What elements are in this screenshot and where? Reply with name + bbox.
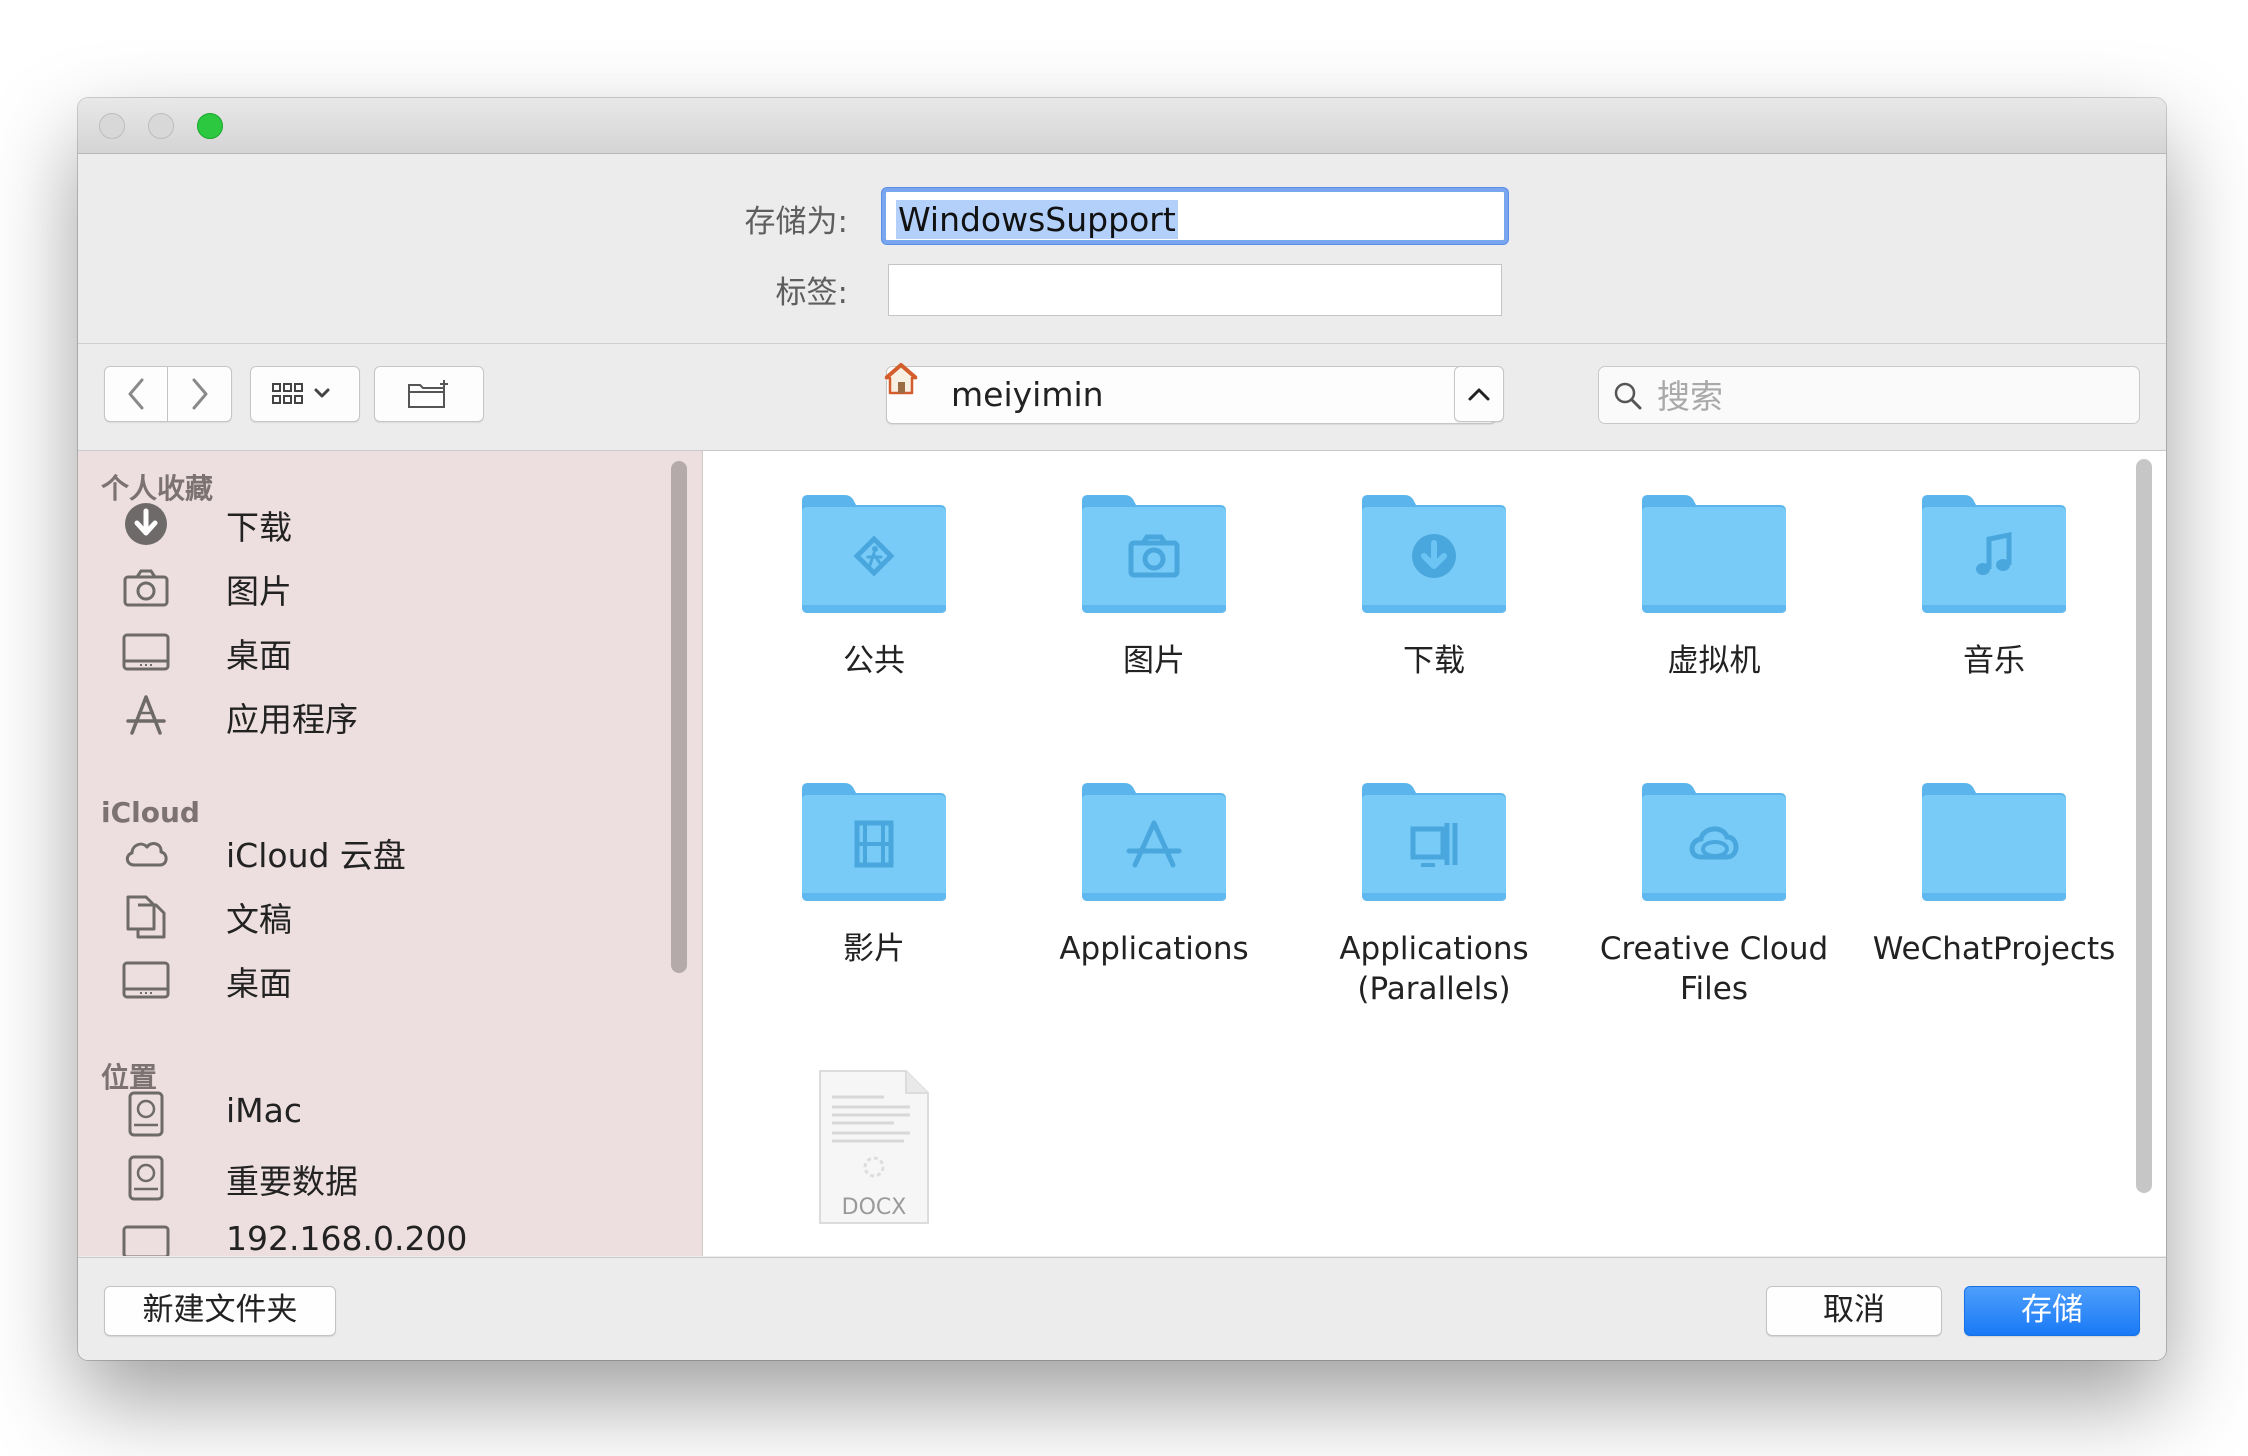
sidebar-item-label: 应用程序 <box>226 700 358 739</box>
disk-icon <box>128 1091 164 1137</box>
tags-label: 标签: <box>775 275 848 311</box>
sidebar-item-label: iCloud 云盘 <box>226 836 406 875</box>
folder-item[interactable]: Applications <box>1019 779 1289 1019</box>
folder-item[interactable]: 影片 <box>739 779 1009 1019</box>
sidebar-item-pictures[interactable]: 图片 <box>122 559 682 615</box>
folder-item[interactable]: 下载 <box>1299 491 1569 731</box>
sidebar-item-label: 下载 <box>226 508 292 547</box>
docx-badge: DOCX <box>842 1195 907 1220</box>
sidebar-item-icloud-drive[interactable]: iCloud 云盘 <box>122 823 682 879</box>
file-name: 影片 <box>843 931 905 967</box>
save-dialog: 存储为: WindowsSupport 标签: meiyimin 搜索 个人收藏… <box>78 98 2166 1360</box>
desktop-icon <box>122 633 170 671</box>
sidebar-item-label: 重要数据 <box>226 1162 358 1201</box>
applications-folder-icon <box>1082 783 1226 901</box>
music-folder-icon <box>1922 495 2066 613</box>
sidebar-item-downloads[interactable]: 下载 <box>122 495 682 551</box>
view-options-button[interactable] <box>250 366 360 422</box>
sidebar-scrollbar[interactable] <box>671 461 687 973</box>
sidebar-item-label: 桌面 <box>226 964 292 1003</box>
location-popup[interactable]: meiyimin <box>884 363 1496 424</box>
save-button[interactable]: 存储 <box>1964 1286 2140 1336</box>
file-name: 图片 <box>1123 643 1185 679</box>
forward-button[interactable] <box>168 366 232 422</box>
sidebar-item-label: 文稿 <box>226 900 292 939</box>
collapse-button[interactable] <box>1454 366 1504 422</box>
chevron-up-icon <box>1468 388 1490 401</box>
icon-view-grid-icon <box>272 383 330 404</box>
back-button[interactable] <box>104 366 168 422</box>
network-drive-icon <box>122 1225 170 1256</box>
folder-item[interactable]: 虚拟机 <box>1579 491 1849 731</box>
folder-icon <box>1642 495 1786 613</box>
folder-item[interactable]: WeChatProjects <box>1859 779 2129 1019</box>
sidebar-item-desktop[interactable]: 桌面 <box>122 623 682 679</box>
movies-folder-icon <box>802 783 946 901</box>
sidebar-item-icloud-desktop[interactable]: 桌面 <box>122 951 682 1007</box>
file-name: 虚拟机 <box>1667 643 1761 679</box>
pictures-folder-icon <box>1082 495 1226 613</box>
file-item[interactable]: DOCX用户画像.docx <box>739 1067 1009 1256</box>
sidebar-item-important-data[interactable]: 重要数据 <box>122 1149 682 1205</box>
chevron-right-icon <box>192 378 207 410</box>
zoom-button[interactable] <box>197 113 223 139</box>
location-name: meiyimin <box>951 375 1104 414</box>
file-name: Creative Cloud Files <box>1599 931 1829 1007</box>
documents-icon <box>126 895 166 939</box>
file-name: 下载 <box>1403 643 1465 679</box>
browser-toolbar: meiyimin <box>78 344 2166 451</box>
sidebar-item-network-drive[interactable]: 192.168.0.200 <box>122 1213 682 1256</box>
sidebar-item-applications[interactable]: 应用程序 <box>122 687 682 743</box>
folder-item[interactable]: Creative Cloud Files <box>1579 779 1849 1019</box>
new-folder-button[interactable]: 新建文件夹 <box>104 1286 336 1336</box>
home-folder-icon <box>884 363 918 395</box>
cancel-button[interactable]: 取消 <box>1766 1286 1942 1336</box>
new-folder-toolbar-button[interactable] <box>374 366 484 422</box>
sidebar: 个人收藏 下载 图片 桌面 应用程序 iCloud iCloud 云盘 文稿 桌… <box>78 451 703 1256</box>
folder-item[interactable]: 图片 <box>1019 491 1289 731</box>
search-field[interactable] <box>1598 366 2140 424</box>
docx-file-icon: DOCX <box>819 1070 929 1224</box>
sidebar-item-label: iMac <box>226 1091 303 1130</box>
sidebar-item-label: 192.168.0.200 <box>226 1219 468 1256</box>
creative-cloud-folder-icon <box>1642 783 1786 901</box>
filename-value[interactable]: WindowsSupport <box>896 200 1178 239</box>
title-bar <box>78 98 2166 154</box>
sidebar-item-imac[interactable]: iMac <box>122 1085 682 1141</box>
sidebar-item-documents[interactable]: 文稿 <box>122 887 682 943</box>
search-icon <box>1614 382 1642 410</box>
search-input[interactable] <box>1655 373 2119 419</box>
chevron-left-icon <box>128 378 144 410</box>
sidebar-item-label: 图片 <box>226 572 292 611</box>
desktop-icon <box>122 961 170 999</box>
folder-item[interactable]: Applications (Parallels) <box>1299 779 1569 1019</box>
tags-input[interactable] <box>888 264 1502 316</box>
applications-icon <box>126 695 166 735</box>
folder-icon <box>1922 783 2066 901</box>
folder-item[interactable]: 音乐 <box>1859 491 2129 731</box>
minimize-button[interactable] <box>148 113 174 139</box>
folder-item[interactable]: 公共 <box>739 491 1009 731</box>
content-scrollbar[interactable] <box>2136 459 2152 1193</box>
file-name: Applications (Parallels) <box>1339 931 1529 1007</box>
file-name: Applications <box>1059 931 1249 967</box>
file-name: WeChatProjects <box>1872 931 2116 967</box>
disk-icon <box>128 1155 164 1201</box>
download-icon <box>125 503 167 545</box>
new-folder-icon <box>408 380 448 408</box>
save-form: 存储为: WindowsSupport 标签: <box>78 154 2166 344</box>
save-as-label: 存储为: <box>744 204 848 240</box>
cloud-icon <box>125 842 168 867</box>
parallels-folder-icon <box>1362 783 1506 901</box>
dialog-footer: 新建文件夹 取消 存储 <box>78 1257 2166 1360</box>
downloads-folder-icon <box>1362 495 1506 613</box>
public-folder-icon <box>802 495 946 613</box>
filename-input[interactable]: WindowsSupport <box>882 188 1508 244</box>
file-name: 音乐 <box>1963 643 2025 679</box>
file-name: 公共 <box>843 643 905 679</box>
camera-icon <box>123 569 169 607</box>
close-button[interactable] <box>99 113 125 139</box>
file-browser: 公共 图片 下载 虚拟机 音乐影片 Applications Applications (P… <box>703 451 2166 1256</box>
sidebar-item-label: 桌面 <box>226 636 292 675</box>
